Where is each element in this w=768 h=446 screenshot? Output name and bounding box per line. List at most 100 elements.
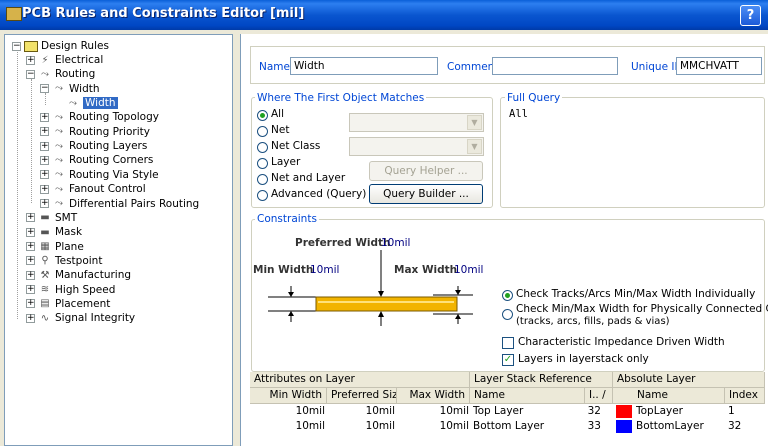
cell-min-width: 10mil <box>295 420 325 432</box>
impedance-checkbox[interactable] <box>502 337 514 349</box>
radio-all-label: All <box>271 108 285 120</box>
expand-icon[interactable]: + <box>26 285 35 295</box>
tree-item[interactable]: − ⤳ Width <box>40 82 100 96</box>
radio-net-and-layer-label: Net and Layer <box>271 172 346 184</box>
net-class-dropdown[interactable]: ▼ <box>349 137 484 156</box>
expand-icon[interactable]: + <box>40 112 49 122</box>
tree-item[interactable]: + ▬ SMT <box>26 211 77 225</box>
tree-item[interactable]: + ▦ Plane <box>26 240 84 254</box>
tree-item-label: Routing Via Style <box>69 168 159 181</box>
smt-icon: ▬ <box>40 212 50 224</box>
expand-icon[interactable]: + <box>26 213 35 223</box>
tree-item-design-rules[interactable]: − Design Rules <box>12 39 109 53</box>
tree-item[interactable]: + ⤳ Routing Via Style <box>40 168 159 182</box>
col-preferred-size[interactable]: Preferred Size <box>327 388 397 404</box>
mask-icon: ▬ <box>40 226 50 238</box>
col-absolute-name[interactable]: Name <box>613 388 725 404</box>
expand-icon[interactable]: + <box>26 270 35 280</box>
tree-item[interactable]: + ▬ Mask <box>26 225 82 239</box>
group-header-layer-stack: Layer Stack Reference <box>470 372 613 388</box>
tree-item[interactable]: + ⤳ Routing Topology <box>40 110 159 124</box>
priority-icon: ⤳ <box>55 126 63 138</box>
rules-tree[interactable]: − Design Rules + ⚡ Electrical − ⤳ Routing − ⤳ Wid… <box>4 34 233 446</box>
unique-id-field[interactable]: MMCHVATT <box>676 57 762 75</box>
width-diagram <box>268 250 473 326</box>
expand-icon[interactable]: + <box>40 170 49 180</box>
tree-item[interactable]: + ⚒ Manufacturing <box>26 268 131 282</box>
tree-item[interactable]: + ⤳ Differential Pairs Routing <box>40 197 199 211</box>
radio-advanced-query-label: Advanced (Query) <box>271 188 367 200</box>
expand-icon[interactable]: + <box>40 184 49 194</box>
radio-net-class[interactable] <box>257 142 268 153</box>
check-connected-sublabel: (tracks, arcs, fills, pads & vias) <box>516 316 670 327</box>
group-header-absolute-layer: Absolute Layer <box>613 372 765 388</box>
col-layer-name[interactable]: Name <box>470 388 585 404</box>
layerstack-checkbox[interactable]: ✓ <box>502 354 514 366</box>
tree-item-label: Routing Topology <box>69 111 159 124</box>
tree-item[interactable]: + ⤳ Fanout Control <box>40 182 146 196</box>
tree-item[interactable]: + ⚲ Testpoint <box>26 254 102 268</box>
radio-net-label: Net <box>271 124 290 136</box>
cell-layer-index: 32 <box>587 405 601 417</box>
tree-item-label: Fanout Control <box>69 183 146 196</box>
col-min-width[interactable]: Min Width <box>250 388 327 404</box>
net-dropdown[interactable]: ▼ <box>349 113 484 132</box>
electrical-icon: ⚡ <box>41 54 49 66</box>
preferred-width-value: 10mil <box>381 237 411 249</box>
expand-icon[interactable]: + <box>26 227 35 237</box>
collapse-icon[interactable]: − <box>26 69 35 79</box>
radio-advanced-query[interactable] <box>257 190 268 201</box>
expand-icon[interactable]: + <box>40 141 49 151</box>
full-query-group <box>500 97 765 208</box>
tree-item-label: Routing Layers <box>69 140 148 153</box>
name-label: Name <box>259 61 290 73</box>
topology-icon: ⤳ <box>55 111 63 123</box>
tree-item[interactable]: + ⤳ Routing Layers <box>40 139 147 153</box>
expand-icon[interactable]: + <box>26 55 35 65</box>
tree-item[interactable]: + ∿ Signal Integrity <box>26 311 135 325</box>
cell-layer-index: 33 <box>587 420 601 432</box>
radio-check-individually[interactable] <box>502 290 513 301</box>
expand-icon[interactable]: + <box>40 127 49 137</box>
radio-check-connected[interactable] <box>502 309 513 320</box>
name-field[interactable]: Width <box>290 57 438 75</box>
tree-item-label: High Speed <box>55 283 116 296</box>
query-builder-button[interactable]: Query Builder ... <box>369 184 483 204</box>
query-helper-button[interactable]: Query Helper ... <box>369 161 483 181</box>
full-query-title: Full Query <box>505 92 563 104</box>
radio-net-and-layer[interactable] <box>257 174 268 185</box>
col-absolute-index[interactable]: Index <box>725 388 765 404</box>
collapse-icon[interactable]: − <box>12 41 21 51</box>
cell-max-width: 10mil <box>439 420 469 432</box>
radio-all[interactable] <box>257 110 268 121</box>
collapse-icon[interactable]: − <box>40 84 49 94</box>
expand-icon[interactable]: + <box>26 256 35 266</box>
corners-icon: ⤳ <box>55 154 63 166</box>
width-rule-icon: ⤳ <box>69 97 77 109</box>
tree-item[interactable]: − ⤳ Routing <box>26 67 95 81</box>
expand-icon[interactable]: + <box>40 155 49 165</box>
cell-absolute-index: 32 <box>728 420 742 432</box>
cell-preferred-size: 10mil <box>365 405 395 417</box>
tree-item[interactable]: ⤳ Width <box>54 96 118 110</box>
comment-field[interactable] <box>492 57 618 75</box>
expand-icon[interactable]: + <box>26 242 35 252</box>
tree-item[interactable]: + ⤳ Routing Corners <box>40 153 153 167</box>
tree-item[interactable]: + ⚡ Electrical <box>26 53 103 67</box>
tree-item[interactable]: + ≋ High Speed <box>26 283 115 297</box>
tree-item-label: Manufacturing <box>55 269 132 282</box>
tree-item-label: Signal Integrity <box>55 312 136 325</box>
help-button[interactable]: ? <box>740 5 761 26</box>
tree-item-label: Plane <box>55 240 84 253</box>
tree-item[interactable]: + ⤳ Routing Priority <box>40 125 150 139</box>
expand-icon[interactable]: + <box>26 313 35 323</box>
expand-icon[interactable]: + <box>26 299 35 309</box>
expand-icon[interactable]: + <box>40 199 49 208</box>
tree-item[interactable]: + ▤ Placement <box>26 297 110 311</box>
radio-layer[interactable] <box>257 158 268 169</box>
constraints-title: Constraints <box>255 213 319 225</box>
radio-net[interactable] <box>257 126 268 137</box>
col-layer-index[interactable]: I.. / <box>585 388 613 404</box>
col-max-width[interactable]: Max Width <box>397 388 470 404</box>
highspeed-icon: ≋ <box>40 284 50 296</box>
